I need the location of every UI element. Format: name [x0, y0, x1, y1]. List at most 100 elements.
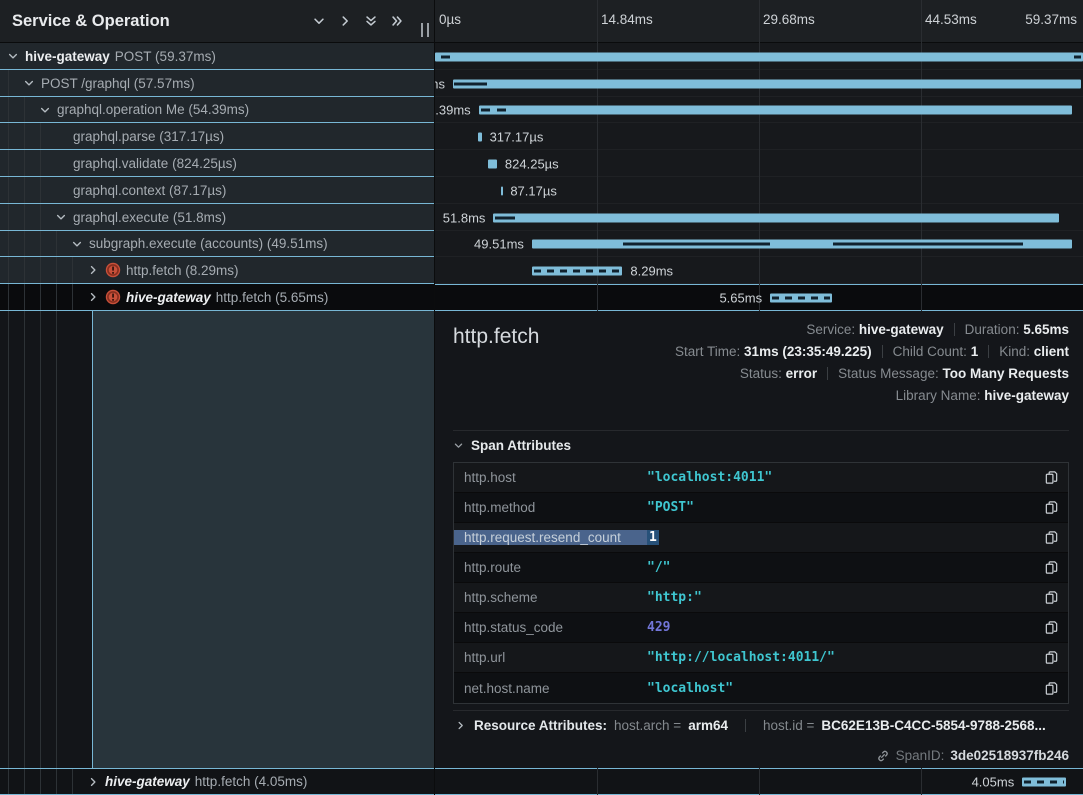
timeline-tick-label: 14.84ms [601, 12, 653, 27]
indent-guide [40, 769, 41, 794]
indent-guide [72, 284, 73, 310]
timeline-bar-row: 49.51ms [435, 231, 1083, 257]
section-divider [453, 710, 1069, 711]
attribute-row: http.url"http://localhost:4011/" [454, 643, 1068, 673]
span-duration-bar[interactable] [479, 106, 1073, 115]
resource-attributes-row[interactable]: Resource Attributes: host.arch = arm64ho… [453, 718, 1069, 733]
meta-value: client [1034, 344, 1069, 359]
indent-guide [40, 150, 41, 176]
indent-guide [24, 204, 25, 230]
expand-chevron-icon[interactable] [86, 776, 100, 788]
indent-guide [40, 231, 41, 256]
section-divider [453, 430, 1069, 431]
span-duration-bar[interactable] [501, 186, 503, 195]
timeline-bar-row [435, 43, 1083, 70]
resource-key: host.arch = [614, 718, 681, 733]
indent-guide [40, 284, 41, 310]
expand-chevron-icon[interactable] [86, 291, 100, 303]
tree-row[interactable]: graphql.execute (51.8ms) [0, 204, 434, 231]
resource-value: arm64 [688, 718, 728, 733]
span-duration-bar[interactable] [770, 293, 832, 302]
double-chevron-right-icon[interactable] [390, 14, 404, 28]
double-chevron-down-icon[interactable] [364, 14, 378, 28]
collapse-chevron-icon[interactable] [70, 238, 84, 250]
span-operation-label: graphql.validate (824.25µs) [73, 156, 237, 171]
tree-row[interactable]: http.fetch (8.29ms) [0, 257, 434, 284]
tree-row[interactable]: graphql.parse (317.17µs) [0, 123, 434, 150]
tree-row[interactable]: graphql.validate (824.25µs) [0, 150, 434, 177]
duration-label: 8.29ms [630, 263, 673, 278]
span-duration-bar[interactable] [435, 52, 1083, 61]
collapse-chevron-icon[interactable] [22, 77, 36, 89]
tree-row[interactable]: POST /graphql (57.57ms) [0, 70, 434, 97]
copy-icon[interactable] [1034, 500, 1068, 515]
span-duration-bar[interactable] [453, 79, 1081, 88]
attribute-key: http.method [454, 500, 647, 515]
span-operation-label: http.fetch (4.05ms) [195, 774, 308, 789]
child-span-mark [1074, 55, 1081, 58]
attribute-value: "http://localhost:4011/" [647, 650, 1034, 665]
copy-icon[interactable] [1034, 560, 1068, 575]
indent-guide [8, 204, 9, 230]
indent-guide [8, 97, 9, 122]
indent-guide [40, 311, 41, 768]
child-span-mark [454, 82, 487, 85]
tree-row[interactable]: hive-gateway http.fetch (4.05ms) [0, 768, 434, 795]
pane-splitter-handle[interactable] [421, 23, 429, 37]
duration-label: 87.17µs [510, 183, 557, 198]
child-span-mark [833, 243, 1023, 246]
copy-icon[interactable] [1034, 650, 1068, 665]
tree-header-title: Service & Operation [0, 12, 312, 31]
tree-row[interactable]: graphql.context (87.17µs) [0, 177, 434, 204]
tree-row[interactable]: hive-gatewayhttp.fetch (5.65ms) [0, 284, 434, 311]
meta-value: hive-gateway [984, 388, 1069, 403]
tree-row[interactable]: hive-gatewayPOST (59.37ms) [0, 43, 434, 70]
tree-header-toolbar [312, 14, 404, 28]
indent-guides [0, 311, 92, 768]
expand-chevron-icon[interactable] [86, 264, 100, 276]
collapse-chevron-icon[interactable] [54, 211, 68, 223]
tree-row[interactable]: subgraph.execute (accounts) (49.51ms) [0, 231, 434, 257]
span-attributes-table: http.host"localhost:4011"http.method"POS… [453, 462, 1069, 704]
copy-icon[interactable] [1034, 530, 1068, 545]
copy-icon[interactable] [1034, 590, 1068, 605]
span-id-value: 3de02518937fb246 [950, 748, 1069, 763]
span-attributes-header[interactable]: Span Attributes [453, 438, 571, 453]
span-meta-line: Library Name: hive-gateway [675, 385, 1069, 407]
meta-label: Duration: [965, 322, 1024, 337]
copy-icon[interactable] [1034, 681, 1068, 696]
tree-header: Service & Operation [0, 0, 434, 43]
attribute-key: http.url [454, 650, 647, 665]
span-service-name: hive-gateway [25, 49, 110, 64]
indent-guide [40, 257, 41, 283]
span-duration-bar[interactable] [488, 159, 497, 168]
chevron-down-icon[interactable] [312, 14, 326, 28]
attribute-key: http.status_code [454, 620, 647, 635]
attribute-row: net.host.name"localhost" [454, 673, 1068, 703]
tree-row[interactable]: graphql.operation Me (54.39ms) [0, 97, 434, 123]
span-duration-bar[interactable] [1022, 777, 1066, 786]
span-duration-bar[interactable] [532, 266, 622, 275]
copy-icon[interactable] [1034, 620, 1068, 635]
indent-guide [8, 769, 9, 794]
chevron-right-icon[interactable] [338, 14, 352, 28]
meta-value: hive-gateway [859, 322, 944, 337]
meta-divider [988, 345, 989, 358]
duration-label: 49.51ms [474, 237, 524, 252]
timeline-tick-label: 44.53ms [925, 12, 977, 27]
resource-value: BC62E13B-C4CC-5854-9788-2568... [821, 718, 1045, 733]
span-service-name: hive-gateway [105, 774, 190, 789]
attribute-value: "POST" [647, 500, 1034, 515]
collapse-chevron-icon[interactable] [38, 104, 52, 116]
timeline-bar-row: 57.57ms [435, 70, 1083, 97]
indent-guide [24, 177, 25, 203]
child-span-mark [497, 109, 506, 112]
timeline-bar-row: 51.8ms [435, 204, 1083, 231]
link-icon[interactable] [876, 749, 890, 763]
span-duration-bar[interactable] [493, 213, 1058, 222]
chevron-down-icon [453, 440, 464, 451]
span-duration-bar[interactable] [478, 132, 481, 141]
copy-icon[interactable] [1034, 470, 1068, 485]
meta-value: Too Many Requests [942, 366, 1069, 381]
collapse-chevron-icon[interactable] [6, 50, 20, 62]
